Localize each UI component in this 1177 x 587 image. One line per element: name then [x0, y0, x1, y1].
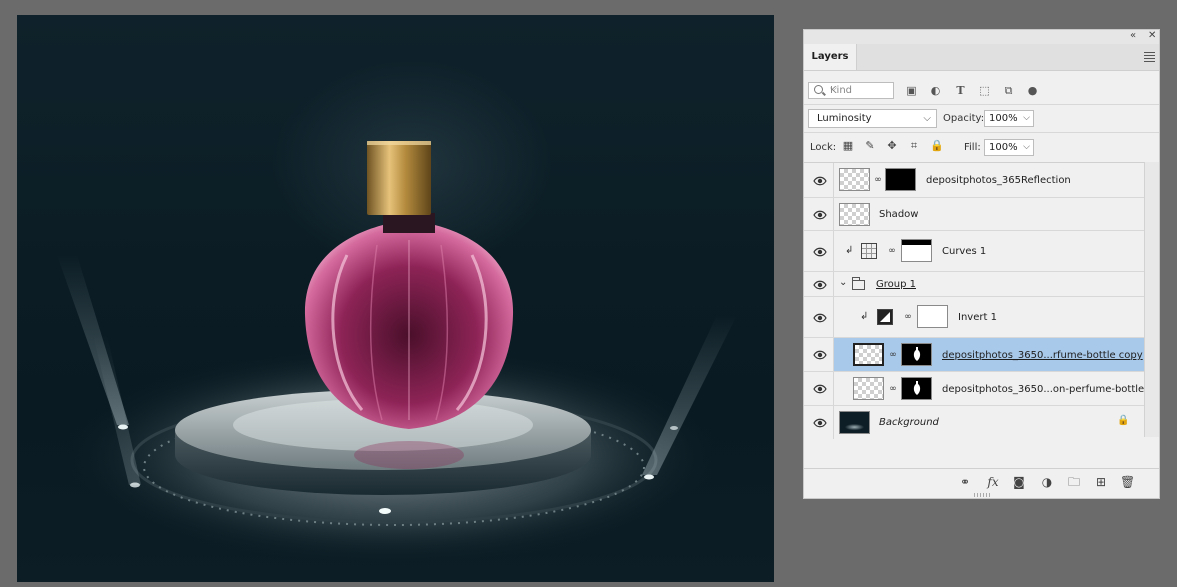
collapse-icon[interactable]: «: [1130, 30, 1136, 41]
panel-menu-icon[interactable]: [1144, 52, 1155, 64]
new-group-icon[interactable]: 🗀: [1067, 475, 1081, 489]
layer-row[interactable]: ↲ ∞ Curves 1: [804, 231, 1159, 272]
link-icon[interactable]: ∞: [889, 350, 897, 361]
link-icon[interactable]: ∞: [889, 384, 897, 395]
opacity-input[interactable]: 100% ⌵: [984, 110, 1034, 127]
panel-tab-bar: Layers: [804, 44, 1159, 71]
layer-mask-thumbnail[interactable]: [901, 239, 932, 262]
adjustment-filter-icon[interactable]: ◐: [929, 84, 942, 97]
chevron-down-icon: ⌵: [830, 84, 837, 94]
visibility-eye-icon[interactable]: [813, 416, 827, 430]
shape-filter-icon[interactable]: ⬚: [978, 84, 991, 97]
layer-group-row[interactable]: ⌄ Group 1: [804, 272, 1159, 297]
filter-row: Kind ⌵ ▣ ◐ T ⬚ ⧉ ●: [804, 78, 1159, 103]
opacity-value: 100%: [989, 113, 1018, 124]
layer-name[interactable]: depositphotos_3650...rfume-bottle copy: [942, 350, 1143, 361]
fx-icon[interactable]: fx: [986, 475, 1000, 489]
blend-mode-select[interactable]: Luminosity ⌵: [808, 109, 937, 128]
tab-layers[interactable]: Layers: [804, 44, 857, 70]
layer-mask-thumbnail[interactable]: [917, 305, 948, 328]
type-filter-icon[interactable]: T: [954, 84, 967, 97]
blend-mode-value: Luminosity: [817, 113, 872, 124]
image-filter-icon[interactable]: ▣: [905, 84, 918, 97]
canvas-artwork: [57, 141, 737, 565]
lock-artboard-icon[interactable]: ⌗: [908, 140, 920, 152]
link-icon[interactable]: ∞: [904, 312, 912, 323]
layer-row[interactable]: ∞ depositphotos_365Reflection: [804, 163, 1159, 198]
layer-thumbnail[interactable]: [853, 377, 884, 400]
layer-thumbnail[interactable]: [839, 203, 870, 226]
fill-value: 100%: [989, 142, 1018, 153]
lock-image-pixels-icon[interactable]: ✎: [864, 140, 876, 152]
visibility-eye-icon[interactable]: [813, 348, 827, 362]
lock-row: Lock: ▦ ✎ ✥ ⌗ 🔒 Fill: 100% ⌵: [804, 132, 1159, 161]
link-icon[interactable]: ∞: [874, 175, 882, 186]
chevron-down-icon[interactable]: ⌵: [1023, 113, 1030, 123]
folder-icon: [852, 277, 865, 290]
curves-adjustment-icon[interactable]: [861, 243, 877, 259]
filter-kind-select[interactable]: Kind ⌵: [808, 82, 894, 99]
chevron-down-icon[interactable]: ⌵: [1023, 142, 1030, 152]
document-canvas[interactable]: [17, 15, 774, 582]
layer-name[interactable]: depositphotos_3650...on-perfume-bottle: [942, 384, 1144, 395]
layer-name[interactable]: Background: [879, 417, 939, 428]
opacity-label: Opacity:: [943, 113, 985, 124]
layers-list: ∞ depositphotos_365Reflection Shadow ↲ ∞…: [804, 162, 1159, 439]
clipping-arrow-icon: ↲: [860, 311, 869, 322]
lock-label: Lock:: [810, 142, 837, 153]
layer-row-selected[interactable]: ∞ depositphotos_3650...rfume-bottle copy: [804, 338, 1159, 372]
visibility-eye-icon[interactable]: [813, 278, 827, 292]
layer-thumbnail[interactable]: [839, 168, 870, 191]
visibility-eye-icon[interactable]: [813, 174, 827, 188]
layer-name[interactable]: depositphotos_365Reflection: [926, 175, 1071, 186]
resize-grip[interactable]: [974, 493, 992, 497]
visibility-eye-icon[interactable]: [813, 208, 827, 222]
layer-row[interactable]: Shadow: [804, 198, 1159, 231]
layer-name[interactable]: Shadow: [879, 209, 918, 220]
layer-mask-thumbnail[interactable]: [901, 377, 932, 400]
layer-name[interactable]: Curves 1: [942, 246, 986, 257]
layer-thumbnail[interactable]: [853, 343, 884, 366]
visibility-eye-icon[interactable]: [813, 311, 827, 325]
invert-adjustment-icon[interactable]: [877, 309, 893, 325]
visibility-eye-icon[interactable]: [813, 382, 827, 396]
link-icon[interactable]: ∞: [888, 246, 896, 257]
layers-panel: « ✕ Layers Kind ⌵ ▣ ◐ T ⬚ ⧉ ● Luminosity…: [803, 29, 1160, 499]
fill-input[interactable]: 100% ⌵: [984, 139, 1034, 156]
lock-icon: 🔒: [1117, 415, 1130, 426]
lock-position-icon[interactable]: ✥: [886, 140, 898, 152]
layers-bottom-toolbar: ⚭ fx ◙ ◑ 🗀 ⊞ 🗑: [804, 468, 1159, 495]
filter-toggle-icon[interactable]: ●: [1026, 84, 1039, 97]
layers-scrollbar[interactable]: [1144, 162, 1159, 437]
add-mask-icon[interactable]: ◙: [1012, 475, 1026, 489]
chevron-down-icon[interactable]: ⌄: [839, 277, 847, 288]
smart-object-filter-icon[interactable]: ⧉: [1002, 84, 1015, 97]
chevron-down-icon: ⌵: [923, 113, 931, 124]
layer-mask-thumbnail[interactable]: [901, 343, 932, 366]
visibility-eye-icon[interactable]: [813, 245, 827, 259]
link-layers-icon[interactable]: ⚭: [958, 475, 972, 489]
clipping-arrow-icon: ↲: [845, 245, 854, 256]
delete-layer-icon[interactable]: 🗑: [1120, 475, 1135, 489]
new-layer-icon[interactable]: ⊞: [1094, 475, 1108, 489]
lock-all-icon[interactable]: 🔒: [930, 140, 944, 152]
layer-mask-thumbnail[interactable]: [885, 168, 916, 191]
new-adjustment-icon[interactable]: ◑: [1040, 475, 1054, 489]
layer-name[interactable]: Invert 1: [958, 312, 997, 323]
layer-row[interactable]: ↲ ∞ Invert 1: [804, 297, 1159, 338]
panel-title-bar: « ✕: [804, 30, 1159, 44]
blend-row: Luminosity ⌵ Opacity: 100% ⌵: [804, 104, 1159, 132]
search-icon: [814, 85, 823, 94]
layer-name[interactable]: Group 1: [876, 279, 916, 290]
close-icon[interactable]: ✕: [1148, 30, 1156, 41]
layer-thumbnail[interactable]: [839, 411, 870, 434]
fill-label: Fill:: [964, 142, 981, 153]
layer-row[interactable]: ∞ depositphotos_3650...on-perfume-bottle: [804, 372, 1159, 406]
layer-row[interactable]: Background 🔒: [804, 406, 1159, 439]
lock-transparent-pixels-icon[interactable]: ▦: [842, 140, 854, 152]
